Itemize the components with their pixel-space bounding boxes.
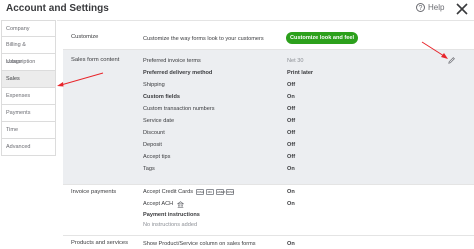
sales-form-row-name: Preferred invoice terms (143, 58, 201, 64)
sidebar-item-expenses[interactable]: Expenses (1, 88, 56, 105)
sales-form-content-section[interactable] (63, 50, 474, 184)
annotation-arrow-icon (57, 72, 104, 87)
header-bar: Account and Settings ? Help (0, 0, 474, 21)
sidebar-item-company[interactable]: Company (1, 20, 56, 37)
sales-form-row-name: Shipping (143, 82, 165, 88)
sales-form-row-value: On (287, 166, 295, 172)
sidebar-item-advanced[interactable]: Advanced (1, 139, 56, 156)
accept-credit-cards-label: Accept Credit Cards (143, 189, 194, 195)
payment-instructions-label: Payment instructions (143, 212, 200, 218)
sales-form-row-name: Discount (143, 130, 165, 136)
help-icon: ? (416, 3, 425, 12)
mastercard-icon: MC (206, 189, 214, 195)
sales-form-row-name: Accept tips (143, 154, 171, 160)
sales-form-row-value: Off (287, 130, 296, 136)
sales-form-row-name: Preferred delivery method (143, 70, 213, 76)
discover-card-icon: DISC (226, 189, 235, 195)
sales-form-row-name: Deposit (143, 142, 162, 148)
accept-ach-value: On (287, 201, 295, 207)
accept-credit-cards-value: On (287, 189, 295, 195)
sales-form-row-value: Off (287, 106, 296, 112)
sales-form-row-value: Off (287, 82, 296, 88)
sales-form-row-value: Off (287, 118, 296, 124)
sidebar-item-payments[interactable]: Payments (1, 105, 56, 122)
section-divider (63, 235, 474, 236)
customize-look-and-feel-button[interactable]: Customize look and feel (286, 32, 358, 44)
payment-instructions-value: No instructions added (143, 222, 198, 228)
sales-form-row-value: Off (287, 142, 296, 148)
sales-form-row-name: Tags (143, 166, 155, 172)
amex-card-icon: AMEX (216, 189, 226, 195)
sales-form-row-name: Custom fields (143, 94, 180, 100)
annotation-arrow-icon (421, 41, 448, 59)
customize-section-label: Customize (71, 34, 99, 40)
sales-form-content-label: Sales form content (71, 57, 120, 63)
show-product-service-column-label: Show Product/Service column on sales for… (143, 241, 256, 247)
invoice-payments-label: Invoice payments (71, 189, 117, 195)
products-services-label: Products and services (71, 240, 129, 246)
sidebar: Company Billing & subscription Usage Sal… (0, 20, 57, 249)
bank-icon (177, 201, 184, 208)
sales-form-row-name: Service date (143, 118, 175, 124)
sidebar-item-sales[interactable]: Sales (1, 71, 56, 88)
help-button[interactable]: ? Help (416, 3, 444, 12)
customize-description: Customize the way forms look to your cus… (143, 36, 264, 42)
sales-form-row-name: Custom transaction numbers (143, 106, 215, 112)
sales-form-row-value: On (287, 94, 295, 100)
visa-card-icon: VISA (196, 189, 204, 195)
sidebar-item-billing[interactable]: Billing & subscription (1, 37, 56, 65)
sales-form-row-value: Print later (287, 70, 314, 76)
show-product-service-column-value: On (287, 241, 295, 247)
accept-ach-label: Accept ACH (143, 201, 174, 207)
close-icon[interactable] (454, 1, 470, 17)
section-divider (63, 184, 474, 185)
sales-form-row-value: Net 30 (287, 58, 304, 64)
sidebar-item-time[interactable]: Time (1, 122, 56, 139)
page-title: Account and Settings (6, 3, 109, 14)
help-label: Help (428, 3, 445, 12)
sales-form-row-value: Off (287, 154, 296, 160)
